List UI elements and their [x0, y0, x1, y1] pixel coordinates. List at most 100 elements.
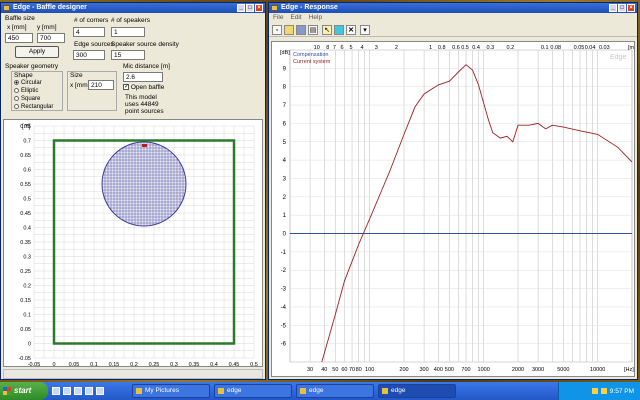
x-tick-label: 200	[399, 367, 408, 373]
top-tick-label: 3	[375, 45, 378, 51]
close-icon[interactable]: ✕	[346, 25, 356, 35]
menu-file[interactable]: File	[273, 13, 283, 23]
close-button[interactable]: ×	[255, 4, 263, 12]
taskbar: start My Pictures edge edge edge 9:57 PM	[0, 382, 640, 400]
y-tick-label: 0.1	[23, 313, 31, 319]
quicklaunch-icon[interactable]	[85, 387, 93, 395]
speakers-label: # of speakers	[111, 17, 151, 24]
radio-circular[interactable]: Circular	[14, 80, 42, 86]
save-icon[interactable]	[296, 25, 306, 35]
top-tick-label: 8	[326, 45, 329, 51]
start-button[interactable]: start	[0, 382, 48, 400]
x-tick-label: 100	[365, 367, 374, 373]
top-tick-label: 0.5	[461, 45, 469, 51]
tray-icon[interactable]	[600, 388, 607, 394]
y-label: y [mm]	[37, 24, 57, 31]
radio-elliptic[interactable]: Elliptic	[14, 88, 38, 94]
density-label: Speaker source density	[111, 41, 179, 48]
open-icon[interactable]	[284, 25, 294, 35]
x-unit-label: [Hz]	[624, 367, 634, 373]
top-tick-label: 0.03	[599, 45, 610, 51]
mic-distance-input[interactable]: 2.6	[123, 72, 163, 82]
title-bar[interactable]: Edge - Response _ □ ×	[269, 3, 637, 13]
quicklaunch-icon[interactable]	[52, 387, 60, 395]
quicklaunch-icon[interactable]	[63, 387, 71, 395]
edge-sources-label: Edge sources	[74, 41, 114, 48]
task-edge-2[interactable]: edge	[296, 384, 374, 398]
x-tick-label: 0.2	[130, 362, 138, 366]
x-tick-label: 60	[341, 367, 347, 373]
top-tick-label: 0.04	[585, 45, 596, 51]
quicklaunch-icon[interactable]	[74, 387, 82, 395]
print-icon[interactable]: ▤	[308, 25, 318, 35]
task-edge-1[interactable]: edge	[214, 384, 292, 398]
size-group: Size x [mm] 210	[67, 71, 117, 111]
maximize-button[interactable]: □	[618, 4, 626, 12]
toolbar: ▫ ▤ ↖ ✕ ▾	[269, 23, 637, 37]
top-tick-label: 0.6	[452, 45, 460, 51]
corners-label: # of corners	[74, 17, 109, 24]
close-button[interactable]: ×	[627, 4, 635, 12]
y-tick-label: 0.05	[20, 327, 31, 333]
maximize-button[interactable]: □	[246, 4, 254, 12]
y-tick-label: 0.4	[23, 226, 31, 232]
title-bar[interactable]: Edge - Baffle designer _ □ ×	[1, 3, 265, 13]
x-label: x [mm]	[7, 24, 27, 31]
menu-bar: File Edit Help	[269, 13, 637, 23]
x-tick-label: 1000	[478, 367, 490, 373]
tray-icon[interactable]	[591, 388, 598, 394]
corners-input[interactable]: 4	[73, 27, 105, 37]
edge-sources-input[interactable]: 300	[73, 50, 105, 60]
x-tick-label: 0.5	[250, 362, 258, 366]
y-tick-label: 0.75	[20, 124, 31, 130]
speaker-size-input[interactable]: 210	[88, 80, 114, 90]
top-tick-label: 5	[349, 45, 352, 51]
radio-rectangular[interactable]: Rectangular	[14, 104, 53, 110]
horizontal-scrollbar[interactable]	[3, 369, 263, 379]
baffle-plot-svg: [m]0.750.70.650.60.550.50.450.40.350.30.…	[18, 124, 258, 368]
task-my-pictures[interactable]: My Pictures	[132, 384, 210, 398]
color-icon[interactable]	[334, 25, 344, 35]
new-icon[interactable]: ▫	[272, 25, 282, 35]
radio-square[interactable]: Square	[14, 96, 40, 102]
quicklaunch-icon[interactable]	[96, 387, 104, 395]
plot-area	[289, 49, 633, 363]
top-tick-label: 2	[395, 45, 398, 51]
y-tick-label: 1	[283, 213, 287, 219]
x-tick-label: 0.05	[69, 362, 80, 366]
x-tick-label: 40	[321, 367, 327, 373]
y-tick-label: 7	[283, 103, 287, 109]
x-tick-label: 3000	[532, 367, 544, 373]
y-tick-label: 0.5	[23, 197, 31, 203]
y-tick-label: -4	[281, 305, 287, 311]
shape-group: Shape Circular Elliptic Square Rectangul…	[11, 71, 63, 111]
density-input[interactable]: 15	[111, 50, 145, 60]
cursor-icon[interactable]: ↖	[322, 25, 332, 35]
top-tick-label: 0.2	[507, 45, 515, 51]
minimize-button[interactable]: _	[609, 4, 617, 12]
speakers-input[interactable]: 1	[111, 27, 145, 37]
task-edge-3[interactable]: edge	[378, 384, 456, 398]
system-tray: 9:57 PM	[558, 382, 640, 400]
top-unit-label: [m]	[628, 45, 634, 51]
menu-help[interactable]: Help	[309, 13, 322, 23]
shape-label: Shape	[14, 72, 33, 79]
baffle-size-label: Baffle size	[5, 15, 35, 22]
size-x-label: x [mm]	[70, 82, 90, 89]
open-baffle-checkbox[interactable]: ✓ Open baffle	[123, 84, 164, 91]
settings-icon[interactable]: ▾	[360, 25, 370, 35]
minimize-button[interactable]: _	[237, 4, 245, 12]
y-tick-label: 0.35	[20, 240, 31, 246]
apply-button[interactable]: Apply	[15, 46, 59, 58]
app-icon	[271, 5, 278, 11]
windows-logo-icon	[3, 387, 11, 395]
y-tick-label: 0.65	[20, 153, 31, 159]
y-tick-label: 9	[283, 66, 287, 72]
baffle-x-input[interactable]: 450	[5, 33, 33, 43]
baffle-y-input[interactable]: 700	[37, 33, 65, 43]
y-tick-label: -1	[281, 250, 287, 256]
menu-edit[interactable]: Edit	[290, 13, 301, 23]
x-tick-label: 300	[419, 367, 428, 373]
clock[interactable]: 9:57 PM	[610, 388, 634, 395]
top-tick-label: 7	[333, 45, 336, 51]
